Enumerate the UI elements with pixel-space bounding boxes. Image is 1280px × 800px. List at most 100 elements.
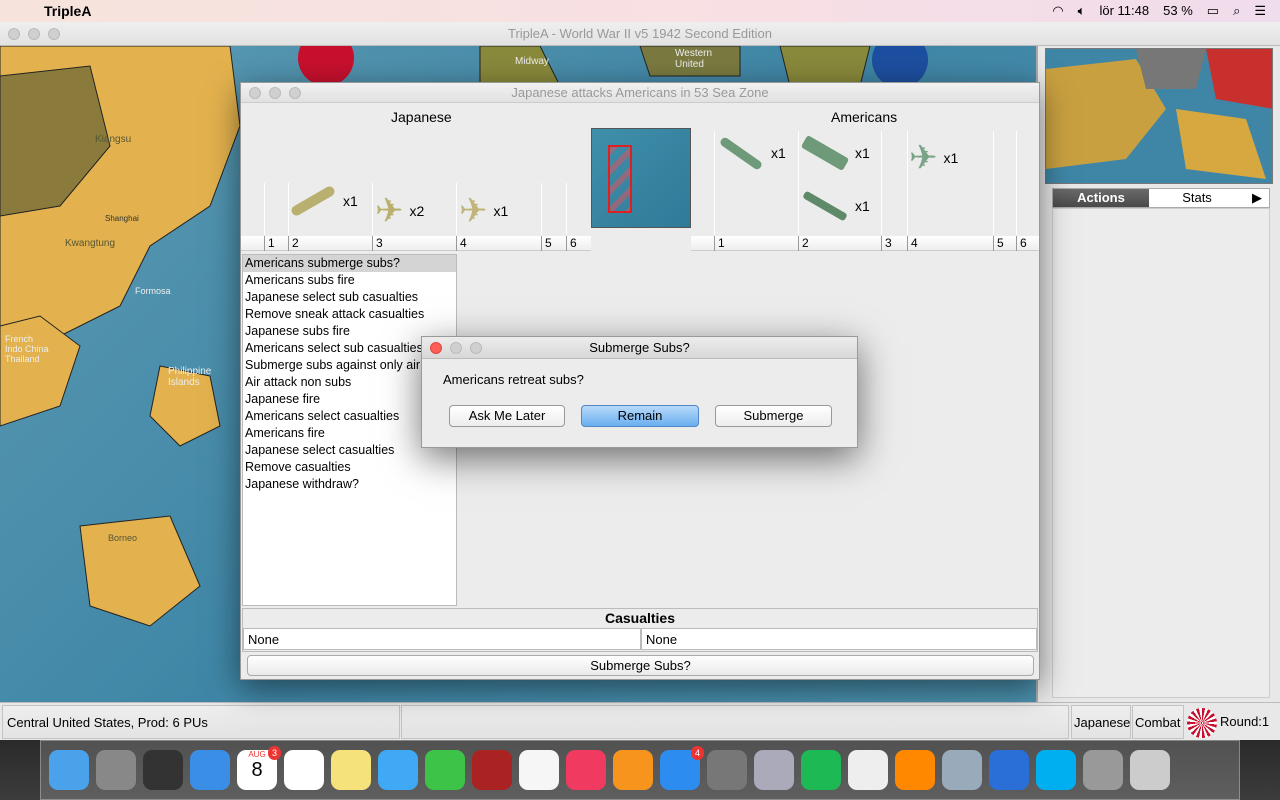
dock-triplea-icon[interactable] [1083,750,1123,790]
dock-reminders-icon[interactable] [284,750,324,790]
attacker-unit: x1 [289,184,358,218]
dock-safari-icon[interactable] [190,750,230,790]
zoom-window-button[interactable] [48,28,60,40]
round-counter: Round:1 [1220,714,1270,729]
attacker-col-6 [566,183,567,235]
attacker-col-5 [541,183,542,235]
dialog-titlebar: Submerge Subs? [422,337,857,359]
dock-launchpad-icon[interactable] [96,750,136,790]
casualties-panel: Casualties None None [242,608,1038,652]
battle-zoom-button[interactable] [289,87,301,99]
tabs-scroll-right-icon[interactable]: ▶ [1245,189,1269,207]
dock-calendar-icon[interactable]: AUG 8 3 [237,746,281,790]
menu-bar: TripleA ◠ 🔈︎ lör 11:48 53 % ▭ ⌕ ☰ [0,0,1280,22]
remain-button[interactable]: Remain [581,405,699,427]
calendar-badge: 3 [267,746,281,760]
territory-info: Central United States, Prod: 6 PUs [2,705,400,739]
dock-photos-icon[interactable] [519,750,559,790]
defender-header: Americans [831,109,898,125]
defender-unit: x1 [717,135,786,171]
dock-messages-icon[interactable] [378,750,418,790]
wifi-icon[interactable]: ◠ [1052,3,1063,19]
dock-chrome-icon[interactable] [848,750,888,790]
close-window-button[interactable] [8,28,20,40]
carrier-icon [800,134,850,172]
column-label: 4 [907,236,918,251]
battery-icon: ▭ [1206,3,1220,18]
defender-col-3 [881,131,882,235]
dock-mission-control-icon[interactable] [143,750,183,790]
sea-zone-highlight [608,145,632,213]
current-phase: Combat [1132,705,1184,739]
battle-close-button[interactable] [249,87,261,99]
dock-itunes-icon[interactable] [566,750,606,790]
tab-stats[interactable]: Stats [1149,189,1245,207]
attacker-col-4 [456,183,457,235]
dock-ibooks-icon[interactable] [613,750,653,790]
dock-vlc-icon[interactable] [895,750,935,790]
dock-trash-icon[interactable] [1130,750,1170,790]
dock-finder-icon[interactable] [49,750,89,790]
clock[interactable]: lör 11:48 [1099,3,1149,19]
ask-me-later-button[interactable]: Ask Me Later [449,405,565,427]
dock-skype-icon[interactable] [1036,750,1076,790]
map-label-shanghai: Shanghai [105,214,139,223]
battle-step[interactable]: Japanese select sub casualties [243,289,456,306]
battle-step[interactable]: Americans subs fire [243,272,456,289]
unit-count: x1 [493,203,509,219]
dock-system-preferences-icon[interactable] [707,750,747,790]
dock-remote-desktop-icon[interactable] [754,750,794,790]
unit-count: x1 [855,198,870,214]
battle-minimize-button[interactable] [269,87,281,99]
destroyer-icon [802,190,848,222]
status-message [401,705,1069,739]
defender-col-5 [993,131,994,235]
minimize-window-button[interactable] [28,28,40,40]
fighter-icon: ✈ [375,192,404,230]
dock-facetime-icon[interactable] [425,750,465,790]
defender-casualties: None [641,628,1037,650]
column-label: 3 [372,236,383,251]
attacker-col-2 [288,183,289,235]
minimap[interactable] [1045,48,1273,184]
app-menu[interactable]: TripleA [44,3,91,19]
search-icon[interactable]: ⌕ [1233,3,1240,19]
dialog-message: Americans retreat subs? [443,372,584,387]
dock-photo-booth-icon[interactable] [472,750,512,790]
dock-spotify-icon[interactable] [801,750,841,790]
dialog-close-button[interactable] [430,342,442,354]
map-label-midway: Midway [515,56,549,67]
dock-preview-icon[interactable] [942,750,982,790]
unit-count: x1 [855,145,870,161]
battle-step[interactable]: Remove casualties [243,459,456,476]
submerge-subs-button[interactable]: Submerge Subs? [247,655,1034,676]
battle-titlebar: Japanese attacks Americans in 53 Sea Zon… [241,83,1039,103]
column-label: 4 [456,236,467,251]
defender-unit: x1 [801,190,870,222]
dialog-zoom-button[interactable] [470,342,482,354]
dock-app-store-icon[interactable]: 4 [660,746,704,790]
battle-step[interactable]: Remove sneak attack casualties [243,306,456,323]
submarine-icon [718,135,764,171]
defender-unit: ✈ x1 [909,138,958,178]
panel-tabs: Actions Stats ▶ [1052,188,1270,208]
volume-icon[interactable]: 🔈︎ [1078,3,1086,19]
unit-count: x2 [409,203,425,219]
fighter-icon: ✈ [909,139,938,177]
defender-roll-strip: 1 2 3 4 5 6 [691,236,1039,251]
defender-col-6 [1016,131,1017,235]
dock-shelf: AUG 8 3 4 [40,740,1240,800]
submarine-icon [289,184,337,218]
submerge-button[interactable]: Submerge [715,405,832,427]
battle-step[interactable]: Japanese withdraw? [243,476,456,493]
dock-notes-icon[interactable] [331,750,371,790]
battery-status[interactable]: 53 % [1163,3,1193,19]
dialog-minimize-button[interactable] [450,342,462,354]
tab-actions[interactable]: Actions [1053,189,1149,207]
column-label: 6 [566,236,577,251]
column-label: 5 [993,236,1004,251]
list-icon[interactable]: ☰ [1254,3,1266,19]
battle-step[interactable]: Americans submerge subs? [243,255,456,272]
defender-col-4 [907,131,908,235]
dock-openoffice-icon[interactable] [989,750,1029,790]
